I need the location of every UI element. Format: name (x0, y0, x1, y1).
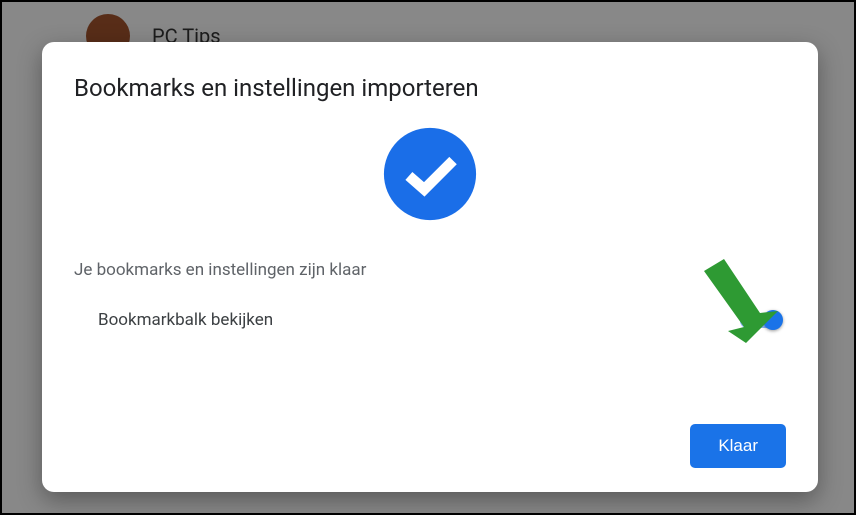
dialog-actions: Klaar (74, 424, 786, 468)
checkmark-circle-icon (382, 126, 478, 222)
import-dialog: Bookmarks en instellingen importeren Je … (42, 42, 818, 492)
done-button[interactable]: Klaar (690, 424, 786, 468)
toggle-knob (763, 310, 783, 330)
toggle-label: Bookmarkbalk bekijken (98, 310, 273, 330)
dialog-title: Bookmarks en instellingen importeren (74, 74, 786, 102)
success-hero (74, 126, 786, 222)
status-text: Je bookmarks en instellingen zijn klaar (74, 260, 786, 280)
toggle-row: Bookmarkbalk bekijken (74, 310, 786, 330)
bookmarkbar-toggle[interactable] (740, 311, 780, 329)
